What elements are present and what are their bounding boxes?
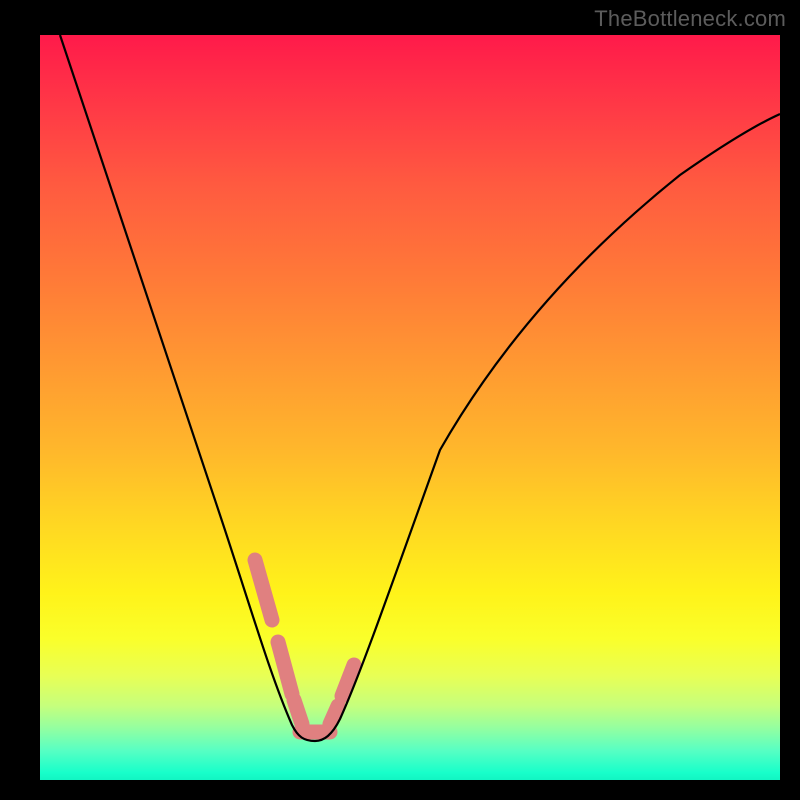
bottleneck-curve xyxy=(60,35,780,741)
highlight-markers xyxy=(255,560,354,732)
curve-layer xyxy=(40,35,780,780)
watermark-text: TheBottleneck.com xyxy=(594,6,786,32)
chart-frame: TheBottleneck.com xyxy=(0,0,800,800)
plot-area xyxy=(40,35,780,780)
